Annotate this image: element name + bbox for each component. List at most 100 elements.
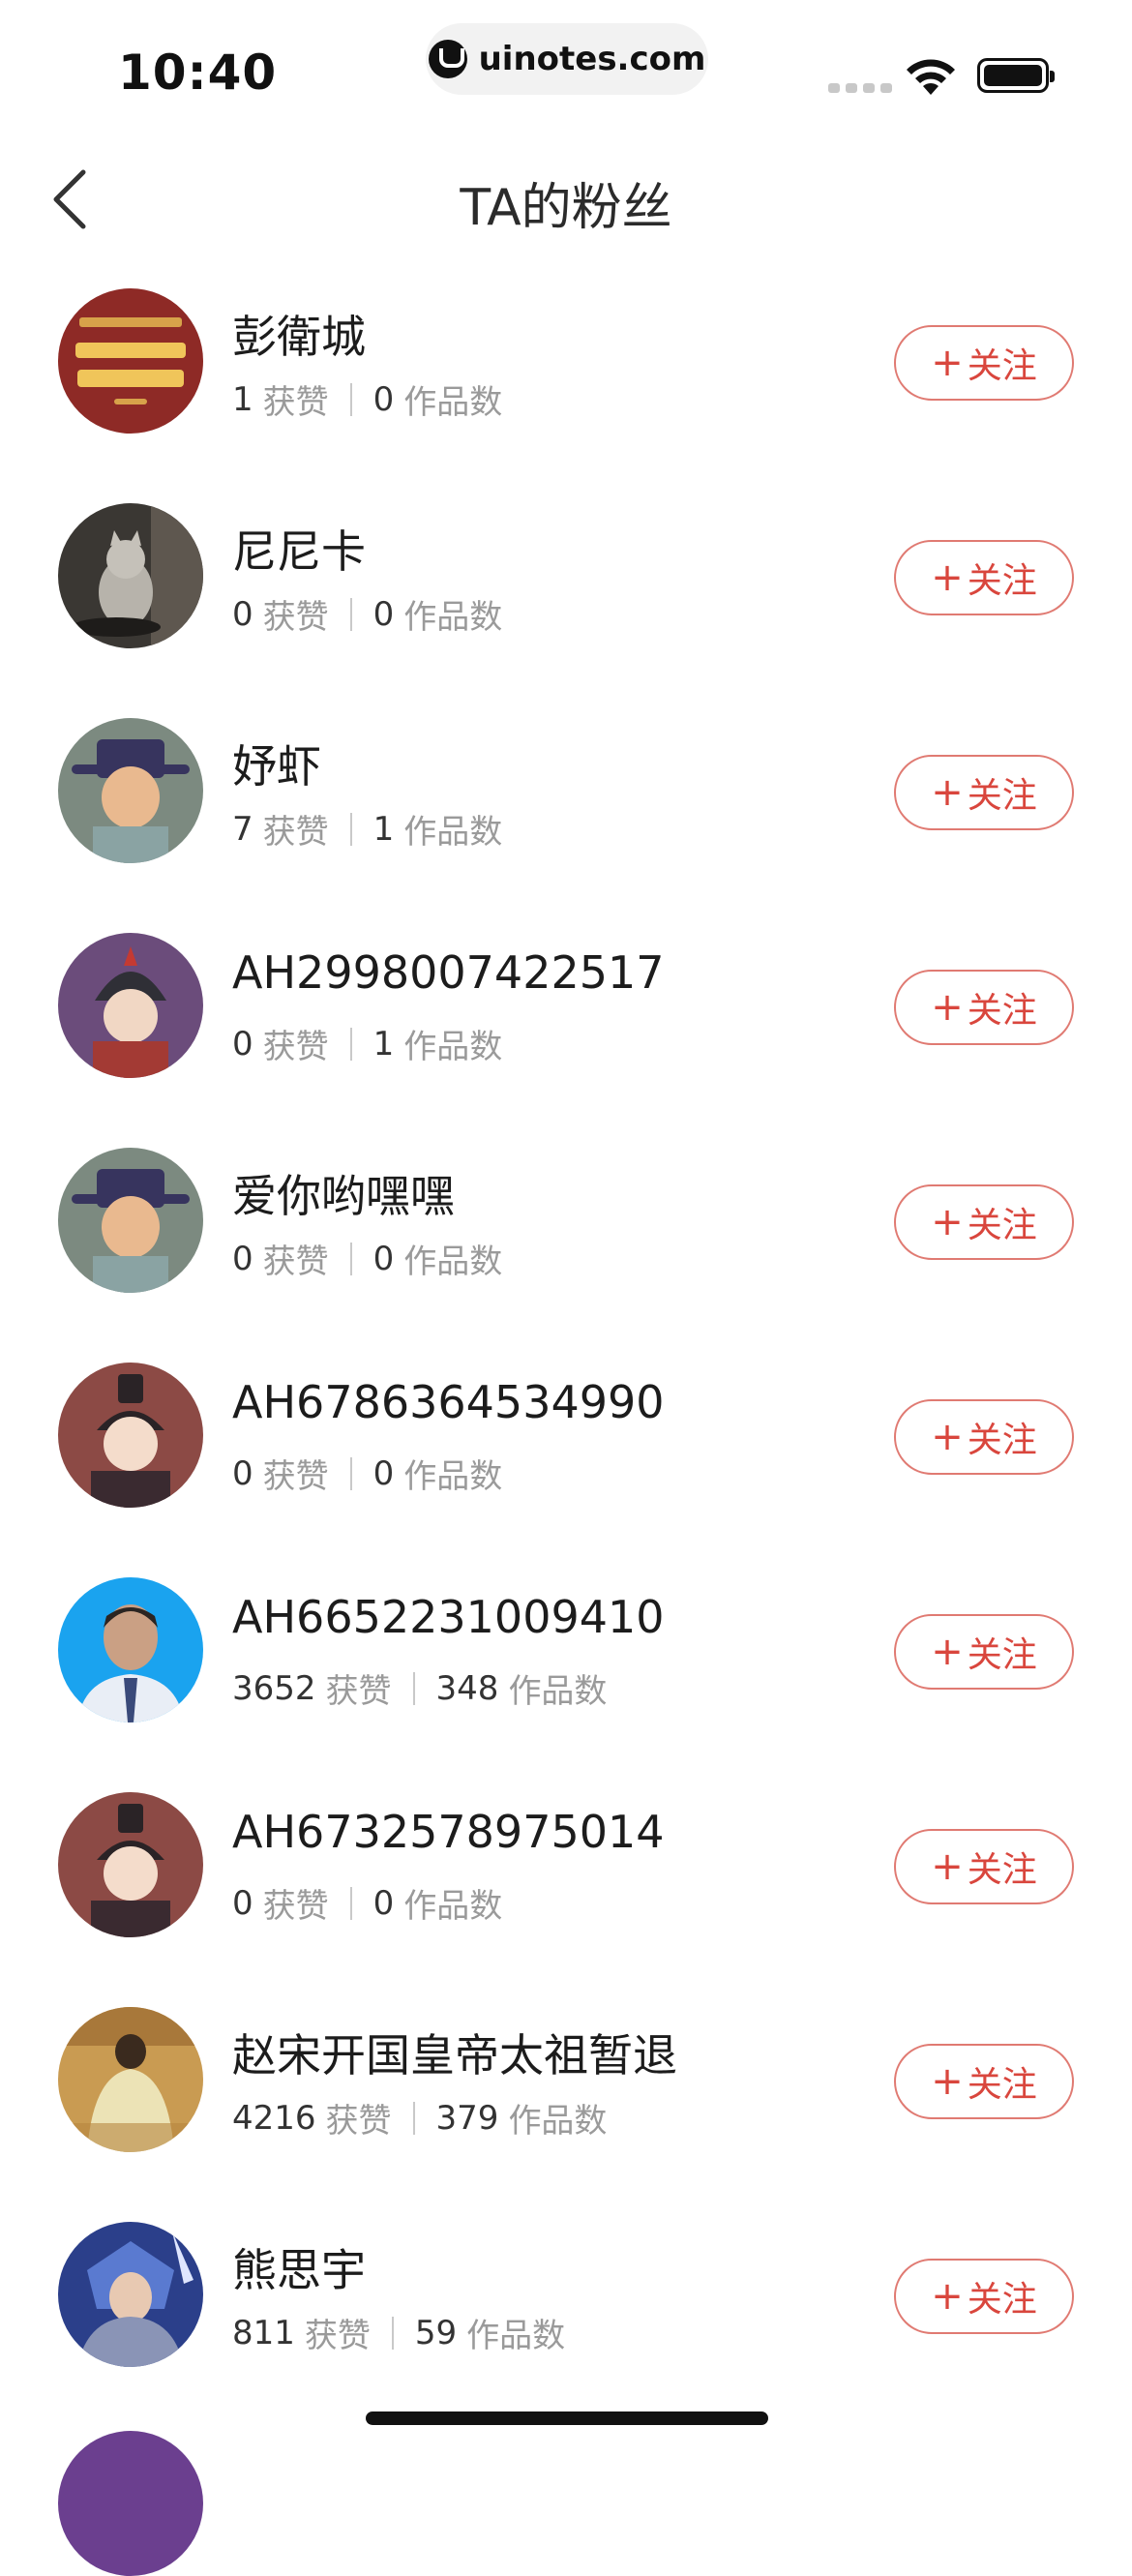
cellular-signal-icon [828, 83, 892, 93]
plus-icon: + [931, 985, 964, 1030]
likes-label: 获赞 [262, 1243, 329, 1281]
cartoon-official-avatar[interactable] [58, 1792, 203, 1937]
cat-photo-avatar[interactable] [58, 503, 203, 648]
fan-row[interactable]: 妤虾 7 获赞 1 作品数 + 关注 [0, 701, 1132, 915]
works-count: 1 [372, 809, 395, 849]
stats-divider [412, 1671, 415, 1705]
status-bar: 10:40 uinotes.com [0, 0, 1132, 126]
fan-list: 彭衛城 1 获赞 0 作品数 + 关注 尼尼卡 0 获赞 0 作品数 + 关注 … [0, 271, 1132, 2419]
follow-button[interactable]: + 关注 [894, 755, 1074, 830]
fan-name[interactable]: 妤虾 [232, 732, 321, 795]
works-count: 0 [372, 1239, 395, 1278]
fan-stats: 0 获赞 1 作品数 [232, 1020, 502, 1067]
plus-icon: + [931, 2059, 964, 2104]
works-label: 作品数 [403, 1457, 503, 1496]
fan-name[interactable]: 赵宋开国皇帝太祖暂退 [232, 2021, 677, 2084]
stats-divider [349, 597, 352, 631]
works-label: 作品数 [403, 1028, 503, 1066]
game-hero-avatar[interactable] [58, 2222, 203, 2367]
likes-label: 获赞 [304, 2317, 371, 2355]
url-pill[interactable]: uinotes.com [426, 23, 708, 95]
likes-label: 获赞 [262, 1457, 329, 1496]
fan-name[interactable]: AH2998007422517 [232, 946, 665, 999]
red-card-avatar[interactable] [58, 288, 203, 434]
fan-name[interactable]: AH6652231009410 [232, 1591, 665, 1643]
likes-label: 获赞 [325, 2102, 392, 2141]
fan-name[interactable]: 熊思宇 [232, 2235, 366, 2299]
stats-divider [349, 1242, 352, 1275]
cartoon-scholar-avatar[interactable] [58, 1148, 203, 1293]
fan-row[interactable]: 彭衛城 1 获赞 0 作品数 + 关注 [0, 271, 1132, 486]
plus-icon: + [931, 555, 964, 600]
works-label: 作品数 [466, 2317, 566, 2355]
follow-button[interactable]: + 关注 [894, 540, 1074, 615]
fan-name[interactable]: 彭衛城 [232, 302, 366, 366]
plus-icon: + [931, 341, 964, 385]
works-label: 作品数 [403, 598, 503, 637]
likes-label: 获赞 [262, 1887, 329, 1926]
home-indicator[interactable] [366, 2411, 768, 2425]
stats-divider [349, 382, 352, 416]
plus-icon: + [931, 770, 964, 815]
man-photo-avatar[interactable] [58, 1577, 203, 1722]
works-count: 0 [372, 1453, 395, 1493]
likes-count: 4216 [232, 2098, 316, 2138]
likes-count: 0 [232, 1453, 253, 1493]
likes-count: 811 [232, 2313, 295, 2352]
fan-row[interactable]: AH2998007422517 0 获赞 1 作品数 + 关注 [0, 915, 1132, 1130]
follow-button[interactable]: + 关注 [894, 2259, 1074, 2334]
likes-label: 获赞 [262, 1028, 329, 1066]
fan-row[interactable]: AH6732578975014 0 获赞 0 作品数 + 关注 [0, 1775, 1132, 1990]
likes-count: 3652 [232, 1668, 316, 1708]
fan-stats: 3652 获赞 348 作品数 [232, 1664, 607, 1712]
likes-label: 获赞 [262, 383, 329, 422]
fan-stats: 7 获赞 1 作品数 [232, 805, 502, 853]
fan-name[interactable]: 尼尼卡 [232, 517, 366, 581]
fan-name[interactable]: AH6786364534990 [232, 1376, 665, 1428]
fan-row[interactable]: AH6652231009410 3652 获赞 348 作品数 + 关注 [0, 1560, 1132, 1775]
fan-row[interactable]: AH6786364534990 0 获赞 0 作品数 + 关注 [0, 1345, 1132, 1560]
fan-row[interactable]: 赵宋开国皇帝太祖暂退 4216 获赞 379 作品数 + 关注 [0, 1990, 1132, 2204]
cartoon-scholar-avatar[interactable] [58, 718, 203, 863]
works-count: 348 [435, 1668, 499, 1708]
fan-name[interactable]: AH6732578975014 [232, 1806, 665, 1858]
follow-button[interactable]: + 关注 [894, 970, 1074, 1045]
stats-divider [349, 1456, 352, 1490]
likes-count: 0 [232, 594, 253, 634]
works-label: 作品数 [403, 1887, 503, 1926]
works-label: 作品数 [403, 1243, 503, 1281]
fan-name[interactable]: 爱你哟嘿嘿 [232, 1161, 455, 1225]
follow-label: 关注 [967, 776, 1037, 816]
emperor-painting-avatar[interactable] [58, 2007, 203, 2152]
stats-divider [391, 2316, 394, 2350]
follow-label: 关注 [967, 1206, 1037, 1245]
likes-count: 7 [232, 809, 253, 849]
plus-icon: + [931, 2274, 964, 2319]
stats-divider [349, 1886, 352, 1920]
works-count: 0 [372, 1883, 395, 1923]
fan-stats: 0 获赞 0 作品数 [232, 1879, 502, 1927]
fan-row[interactable]: 尼尼卡 0 获赞 0 作品数 + 关注 [0, 486, 1132, 701]
follow-button[interactable]: + 关注 [894, 1184, 1074, 1260]
follow-button[interactable]: + 关注 [894, 2044, 1074, 2119]
follow-label: 关注 [967, 1635, 1037, 1675]
follow-label: 关注 [967, 2065, 1037, 2105]
follow-label: 关注 [967, 561, 1037, 601]
follow-button[interactable]: + 关注 [894, 1399, 1074, 1475]
follow-label: 关注 [967, 991, 1037, 1031]
uinotes-logo-icon [428, 40, 467, 78]
cartoon-official-avatar[interactable] [58, 1363, 203, 1508]
works-count: 379 [435, 2098, 499, 2138]
fan-stats: 4216 获赞 379 作品数 [232, 2094, 607, 2142]
follow-button[interactable]: + 关注 [894, 1829, 1074, 1904]
plus-icon: + [931, 1415, 964, 1459]
fan-row[interactable]: 熊思宇 811 获赞 59 作品数 + 关注 [0, 2204, 1132, 2419]
cartoon-warrior-avatar[interactable] [58, 933, 203, 1078]
wifi-icon [907, 59, 955, 95]
fan-row[interactable]: 爱你哟嘿嘿 0 获赞 0 作品数 + 关注 [0, 1130, 1132, 1345]
follow-button[interactable]: + 关注 [894, 325, 1074, 401]
fan-stats: 1 获赞 0 作品数 [232, 375, 502, 423]
follow-button[interactable]: + 关注 [894, 1614, 1074, 1690]
fan-stats: 0 获赞 0 作品数 [232, 590, 502, 638]
works-count: 0 [372, 594, 395, 634]
